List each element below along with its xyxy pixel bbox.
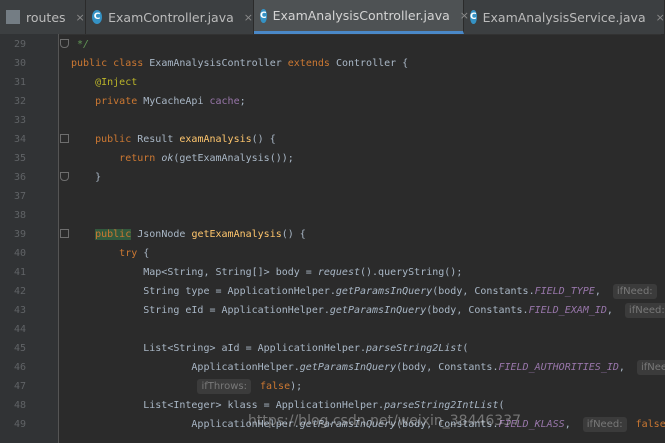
code-line[interactable]: 30 public class ExamAnalysisController ex… (0, 54, 665, 73)
line-number: 39 (13, 229, 26, 240)
close-icon[interactable]: × (244, 11, 253, 24)
fold-marker-icon[interactable] (60, 172, 69, 181)
class-icon: C (470, 10, 477, 24)
watermark: https://blog.csdn.net/weixin_38446337 (248, 413, 522, 429)
code-line[interactable]: 47 ifThrows: false); (0, 377, 665, 396)
code-line[interactable]: 34 public Result examAnalysis() { (0, 130, 665, 149)
line-number: 40 (13, 248, 26, 259)
code-text: @Inject (95, 77, 138, 88)
code-line[interactable]: 29 */ (0, 35, 665, 54)
code-line[interactable]: 42 String type = ApplicationHelper.getPa… (0, 282, 665, 301)
line-number: 45 (13, 343, 26, 354)
code-line[interactable]: 38 (0, 206, 665, 225)
line-number: 48 (13, 400, 26, 411)
code-text: ifThrows: false); (71, 377, 302, 396)
line-number: 34 (13, 134, 26, 145)
code-text: Map<String, String[]> body = request().q… (71, 267, 463, 278)
code-line[interactable]: 43 String eId = ApplicationHelper.getPar… (0, 301, 665, 320)
code-text: String type = ApplicationHelper.getParam… (71, 282, 665, 301)
code-line[interactable]: 33 (0, 111, 665, 130)
line-number: 36 (13, 172, 26, 183)
code-text: ApplicationHelper.getParamsInQuery(body,… (71, 358, 665, 377)
line-number: 30 (13, 58, 26, 69)
fold-marker-icon[interactable] (60, 134, 69, 143)
code-line[interactable]: 45 List<String> aId = ApplicationHelper.… (0, 339, 665, 358)
tab-exam-controller[interactable]: C ExamController.java × (86, 0, 254, 34)
code-text: public JsonNode getExamAnalysis() { (95, 229, 306, 240)
code-text: } (71, 172, 102, 183)
file-icon (6, 10, 20, 24)
tab-label: ExamController.java (108, 9, 234, 25)
class-icon: C (260, 8, 267, 23)
code-line[interactable]: 32 private MyCacheApi cache; (0, 92, 665, 111)
code-text: String eId = ApplicationHelper.getParams… (71, 301, 665, 320)
fold-marker-icon[interactable] (60, 229, 69, 238)
fold-marker-icon[interactable] (60, 39, 69, 48)
code-text: List<String> aId = ApplicationHelper.par… (71, 343, 469, 354)
tab-label: ExamAnalysisService.java (482, 9, 646, 25)
close-icon[interactable]: × (656, 11, 665, 24)
code-text: public class ExamAnalysisController exte… (71, 58, 409, 69)
line-number: 33 (13, 115, 26, 126)
code-text: private MyCacheApi cache; (95, 96, 246, 107)
code-line[interactable]: 36 } (0, 168, 665, 187)
close-icon[interactable]: × (76, 11, 85, 24)
code-text: */ (71, 39, 90, 50)
line-number: 35 (13, 153, 26, 164)
line-number: 38 (13, 210, 26, 221)
line-number: 41 (13, 267, 26, 278)
code-text: try { (119, 248, 150, 259)
code-line[interactable]: 31 @Inject (0, 73, 665, 92)
code-line[interactable]: 46 ApplicationHelper.getParamsInQuery(bo… (0, 358, 665, 377)
code-line[interactable]: 39 public JsonNode getExamAnalysis() { (0, 225, 665, 244)
line-number: 31 (13, 77, 26, 88)
line-number: 43 (13, 305, 26, 316)
code-line[interactable]: 37 (0, 187, 665, 206)
tab-routes[interactable]: routes × (0, 0, 86, 34)
line-number: 29 (13, 39, 26, 50)
editor-tab-bar: routes × C ExamController.java × C ExamA… (0, 0, 665, 35)
line-number: 49 (13, 419, 26, 430)
tab-exam-analysis-service[interactable]: C ExamAnalysisService.java × (464, 0, 665, 34)
code-line[interactable]: 41 Map<String, String[]> body = request(… (0, 263, 665, 282)
line-number: 44 (13, 324, 26, 335)
line-number: 42 (13, 286, 26, 297)
line-number: 32 (13, 96, 26, 107)
tab-label: ExamAnalysisController.java (272, 8, 450, 23)
tab-exam-analysis-controller[interactable]: C ExamAnalysisController.java × (254, 0, 469, 34)
line-number: 37 (13, 191, 26, 202)
code-text: return ok(getExamAnalysis()); (119, 153, 294, 164)
code-text: public Result examAnalysis() { (95, 134, 276, 145)
tab-label: routes (26, 9, 66, 25)
line-number: 46 (13, 362, 26, 373)
class-icon: C (92, 10, 103, 24)
code-line[interactable]: 44 (0, 320, 665, 339)
code-line[interactable]: 35 return ok(getExamAnalysis()); (0, 149, 665, 168)
line-number: 47 (13, 381, 26, 392)
code-line[interactable]: 40 try { (0, 244, 665, 263)
